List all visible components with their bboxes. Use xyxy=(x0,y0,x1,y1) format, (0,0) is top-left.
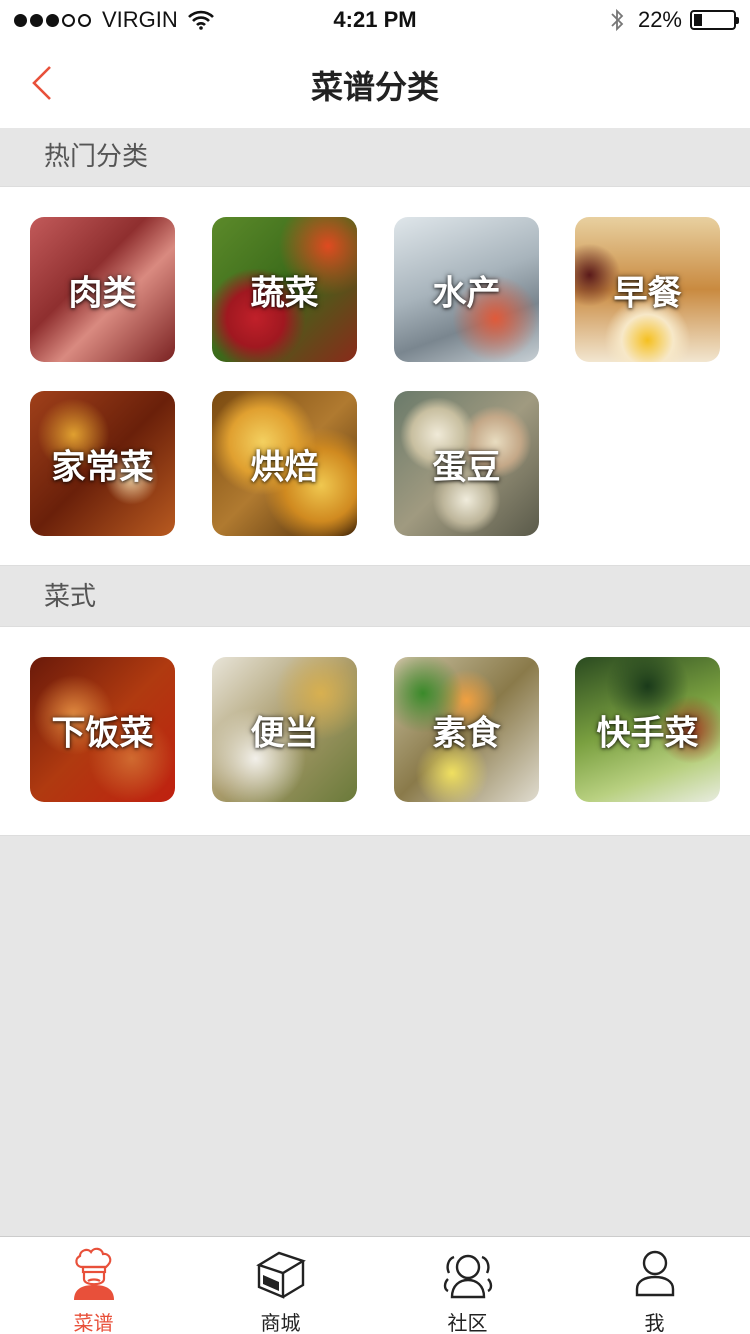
tile-label: 素食 xyxy=(432,713,501,753)
section-dish-style-grid: 下饭菜 便当 素食 快手菜 xyxy=(0,626,750,836)
user-icon xyxy=(635,1250,674,1297)
tab-label: 菜谱 xyxy=(73,1311,114,1334)
tile-label: 蛋豆 xyxy=(432,447,501,487)
tab-bar: 菜谱 商城 社区 我 xyxy=(0,1236,750,1334)
category-tile-quick-dishes[interactable]: 快手菜 xyxy=(575,657,720,802)
tile-label: 烘焙 xyxy=(250,447,319,487)
tab-label: 社区 xyxy=(447,1311,488,1334)
category-tile-bento[interactable]: 便当 xyxy=(212,657,357,802)
status-bar: VIRGIN 4:21 PM 22% xyxy=(0,0,750,40)
category-tile-breakfast[interactable]: 早餐 xyxy=(575,217,720,362)
battery-icon xyxy=(690,10,739,30)
tile-label: 下饭菜 xyxy=(51,713,154,753)
status-right: 22% xyxy=(610,7,739,33)
section-header-dish-style: 菜式 xyxy=(0,568,750,626)
tab-community[interactable]: 社区 xyxy=(374,1237,561,1334)
tile-label: 蔬菜 xyxy=(250,273,319,313)
tile-label: 快手菜 xyxy=(596,713,699,753)
battery-percentage: 22% xyxy=(637,7,682,32)
category-tile-seafood[interactable]: 水产 xyxy=(394,217,539,362)
nav-bar: 菜谱分类 xyxy=(0,40,750,128)
battery-fill xyxy=(694,14,702,26)
category-tile-meat[interactable]: 肉类 xyxy=(30,217,175,362)
box-icon xyxy=(255,1251,306,1299)
category-tile-eggs-beans[interactable]: 蛋豆 xyxy=(394,391,539,536)
category-tile-rice-dishes[interactable]: 下饭菜 xyxy=(30,657,175,802)
tab-shop[interactable]: 商城 xyxy=(187,1237,374,1334)
tab-label: 商城 xyxy=(260,1311,301,1334)
tile-label: 便当 xyxy=(250,713,319,753)
tab-me[interactable]: 我 xyxy=(561,1237,748,1334)
category-tile-vegetarian[interactable]: 素食 xyxy=(394,657,539,802)
tile-label: 早餐 xyxy=(613,273,682,313)
tile-label: 水产 xyxy=(432,273,501,313)
tab-label: 我 xyxy=(644,1311,665,1334)
category-tile-vegetables[interactable]: 蔬菜 xyxy=(212,217,357,362)
bluetooth-icon xyxy=(611,8,624,32)
section-hot-grid: 肉类 蔬菜 水产 早餐 家常菜 烘焙 蛋豆 xyxy=(0,186,750,566)
tile-label: 肉类 xyxy=(68,273,137,313)
tile-label: 家常菜 xyxy=(51,447,154,487)
section-header-hot: 热门分类 xyxy=(0,128,750,186)
category-tile-baking[interactable]: 烘焙 xyxy=(212,391,357,536)
chef-icon xyxy=(73,1247,114,1300)
page-title: 菜谱分类 xyxy=(310,68,439,106)
tab-recipes[interactable]: 菜谱 xyxy=(0,1237,187,1334)
category-tile-home-cooking[interactable]: 家常菜 xyxy=(30,391,175,536)
community-icon xyxy=(443,1254,492,1299)
